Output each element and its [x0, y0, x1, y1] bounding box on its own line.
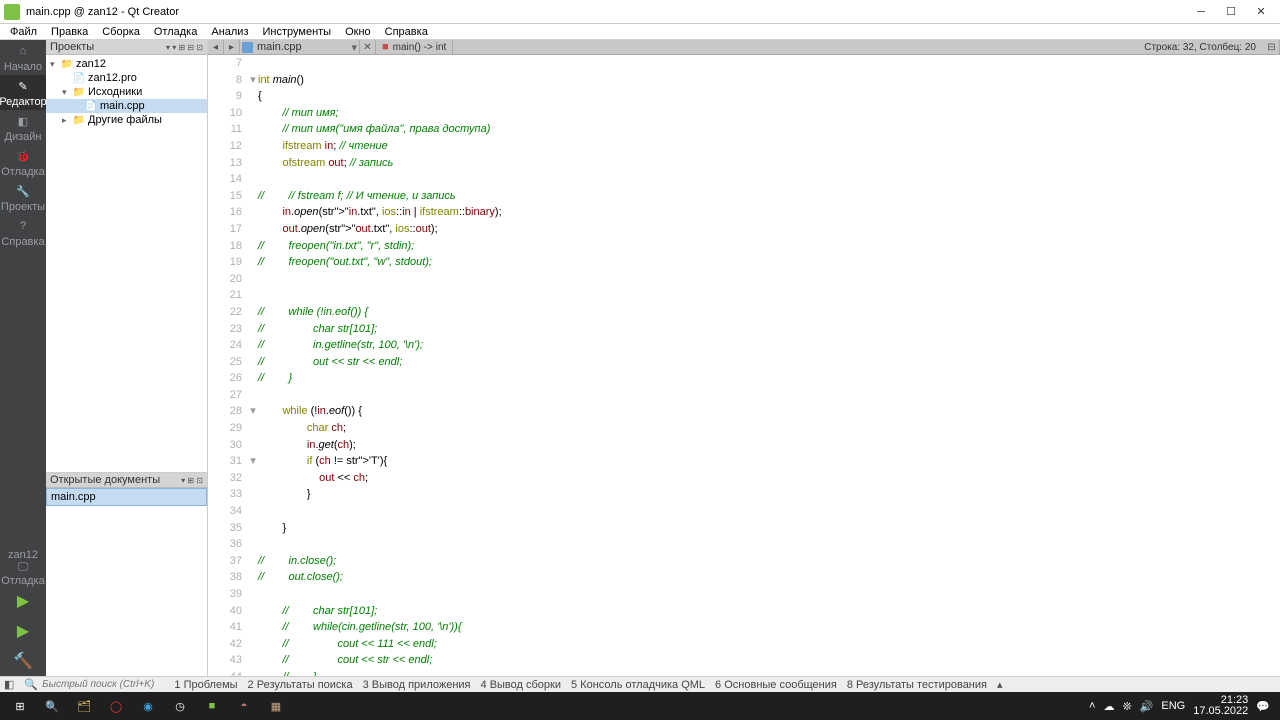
- file-tab-label: main.cpp: [257, 41, 302, 53]
- yandex-icon[interactable]: ◯: [100, 692, 132, 720]
- window-title: main.cpp @ zan12 - Qt Creator: [26, 6, 1186, 18]
- language-indicator[interactable]: ENG: [1161, 700, 1185, 712]
- rail-Дизайн[interactable]: ◧Дизайн: [0, 110, 46, 145]
- close-button[interactable]: ✕: [1246, 2, 1276, 22]
- menu-Сборка[interactable]: Сборка: [96, 25, 146, 39]
- open-docs-controls[interactable]: ▾ ⊞ ⊡: [181, 476, 203, 485]
- tree-item-zan12[interactable]: ▾📁zan12: [46, 57, 207, 71]
- notifications-icon[interactable]: 💬: [1256, 700, 1270, 713]
- output-tab[interactable]: 1 Проблемы: [174, 679, 237, 691]
- file-tab[interactable]: main.cpp ▾: [240, 40, 360, 54]
- app-icon-2[interactable]: ◓: [228, 692, 260, 720]
- windows-taskbar: ⊞ 🔍 🗂 ◯ ◉ ◷ ■ ◓ ▦ ˄ ☁ ❊ 🔊 ENG 21:23 17.0…: [0, 692, 1280, 720]
- rail-Редактор[interactable]: ✎Редактор: [0, 75, 46, 110]
- clock-icon[interactable]: ◷: [164, 692, 196, 720]
- nav-forward-button[interactable]: ▸: [224, 40, 240, 54]
- run-button[interactable]: ▶: [0, 586, 46, 616]
- editor-toolbar: ◂ ▸ main.cpp ▾ ✕ ■ main() -> int Строка:…: [208, 40, 1280, 55]
- menu-Окно[interactable]: Окно: [339, 25, 377, 39]
- open-docs-list[interactable]: main.cpp: [46, 488, 207, 676]
- file-tab-dropdown-icon[interactable]: ▾: [351, 41, 357, 54]
- rail-Проекты[interactable]: 🔧Проекты: [0, 180, 46, 215]
- output-menu-icon[interactable]: ▴: [997, 678, 1003, 691]
- output-pane-bar: ◧ 🔍 1 Проблемы 2 Результаты поиска 3 Вывод…: [0, 676, 1280, 692]
- nav-back-button[interactable]: ◂: [208, 40, 224, 54]
- projects-panel-header: Проекты ▾ ▾ ⊞ ⊟ ⊡: [46, 40, 207, 55]
- minimize-button[interactable]: ─: [1186, 2, 1216, 22]
- split-button[interactable]: ⊟: [1264, 40, 1280, 54]
- debug-run-button[interactable]: ▶: [0, 616, 46, 646]
- window-titlebar: main.cpp @ zan12 - Qt Creator ─ ☐ ✕: [0, 0, 1280, 24]
- toggle-sidebar-icon[interactable]: ◧: [4, 678, 14, 691]
- output-tab[interactable]: 4 Вывод сборки: [481, 679, 561, 691]
- tree-item-zan12.pro[interactable]: 📄zan12.pro: [46, 71, 207, 85]
- menu-Правка[interactable]: Правка: [45, 25, 94, 39]
- tree-item-Другие файлы[interactable]: ▸📁Другие файлы: [46, 113, 207, 127]
- cursor-position: Строка: 32, Столбец: 20: [1136, 42, 1264, 53]
- tray-chevron-icon[interactable]: ˄: [1089, 700, 1095, 712]
- search-taskbar-icon[interactable]: 🔍: [36, 692, 68, 720]
- rail-Отладка[interactable]: 🐞Отладка: [0, 145, 46, 180]
- menu-Анализ[interactable]: Анализ: [205, 25, 254, 39]
- menu-Инструменты[interactable]: Инструменты: [257, 25, 338, 39]
- panel-header-controls[interactable]: ▾ ▾ ⊞ ⊟ ⊡: [166, 43, 203, 52]
- target-selector[interactable]: zan12🖵Отладка: [0, 550, 46, 586]
- clock-date[interactable]: 17.05.2022: [1193, 706, 1248, 717]
- open-doc-main.cpp[interactable]: main.cpp: [46, 488, 207, 506]
- build-button[interactable]: 🔨: [0, 646, 46, 676]
- search-icon: 🔍: [24, 678, 38, 691]
- side-panel: Проекты ▾ ▾ ⊞ ⊟ ⊡ ▾📁zan12📄zan12.pro▾📁Исх…: [46, 40, 208, 676]
- explorer-icon[interactable]: 🗂: [68, 692, 100, 720]
- open-docs-header: Открытые документы ▾ ⊞ ⊡: [46, 473, 207, 488]
- project-tree[interactable]: ▾📁zan12📄zan12.pro▾📁Исходники📄main.cpp▸📁Д…: [46, 55, 207, 472]
- menubar: ФайлПравкаСборкаОтладкаАнализИнструменты…: [0, 24, 1280, 40]
- edge-icon[interactable]: ◉: [132, 692, 164, 720]
- menu-Отладка[interactable]: Отладка: [148, 25, 203, 39]
- quick-search[interactable]: 🔍: [24, 678, 164, 691]
- onedrive-icon[interactable]: ☁: [1103, 700, 1114, 713]
- output-tab[interactable]: 6 Основные сообщения: [715, 679, 837, 691]
- tab-close-button[interactable]: ✕: [360, 40, 376, 54]
- tree-item-main.cpp[interactable]: 📄main.cpp: [46, 99, 207, 113]
- output-tab[interactable]: 8 Результаты тестирования: [847, 679, 987, 691]
- search-input[interactable]: [42, 679, 162, 690]
- output-tab[interactable]: 2 Результаты поиска: [248, 679, 353, 691]
- qt-icon[interactable]: ■: [196, 692, 228, 720]
- rail-Справка[interactable]: ?Справка: [0, 215, 46, 250]
- output-tab[interactable]: 5 Консоль отладчика QML: [571, 679, 705, 691]
- maximize-button[interactable]: ☐: [1216, 2, 1246, 22]
- app-icon-3[interactable]: ▦: [260, 692, 292, 720]
- code-editor[interactable]: 7891011121314151617181920212223242526272…: [208, 55, 1280, 676]
- rail-Начало[interactable]: ⌂Начало: [0, 40, 46, 75]
- start-button[interactable]: ⊞: [4, 692, 36, 720]
- file-icon: [242, 42, 253, 53]
- volume-icon[interactable]: 🔊: [1140, 700, 1154, 713]
- app-icon: [4, 4, 20, 20]
- tree-item-Исходники[interactable]: ▾📁Исходники: [46, 85, 207, 99]
- output-tab[interactable]: 3 Вывод приложения: [363, 679, 471, 691]
- symbol-breadcrumb[interactable]: ■ main() -> int: [376, 40, 453, 54]
- mode-rail: ⌂Начало✎Редактор◧Дизайн🐞Отладка🔧Проекты?…: [0, 40, 46, 676]
- menu-Справка[interactable]: Справка: [379, 25, 434, 39]
- menu-Файл[interactable]: Файл: [4, 25, 43, 39]
- network-icon[interactable]: ❊: [1122, 700, 1131, 713]
- editor-area: ◂ ▸ main.cpp ▾ ✕ ■ main() -> int Строка:…: [208, 40, 1280, 676]
